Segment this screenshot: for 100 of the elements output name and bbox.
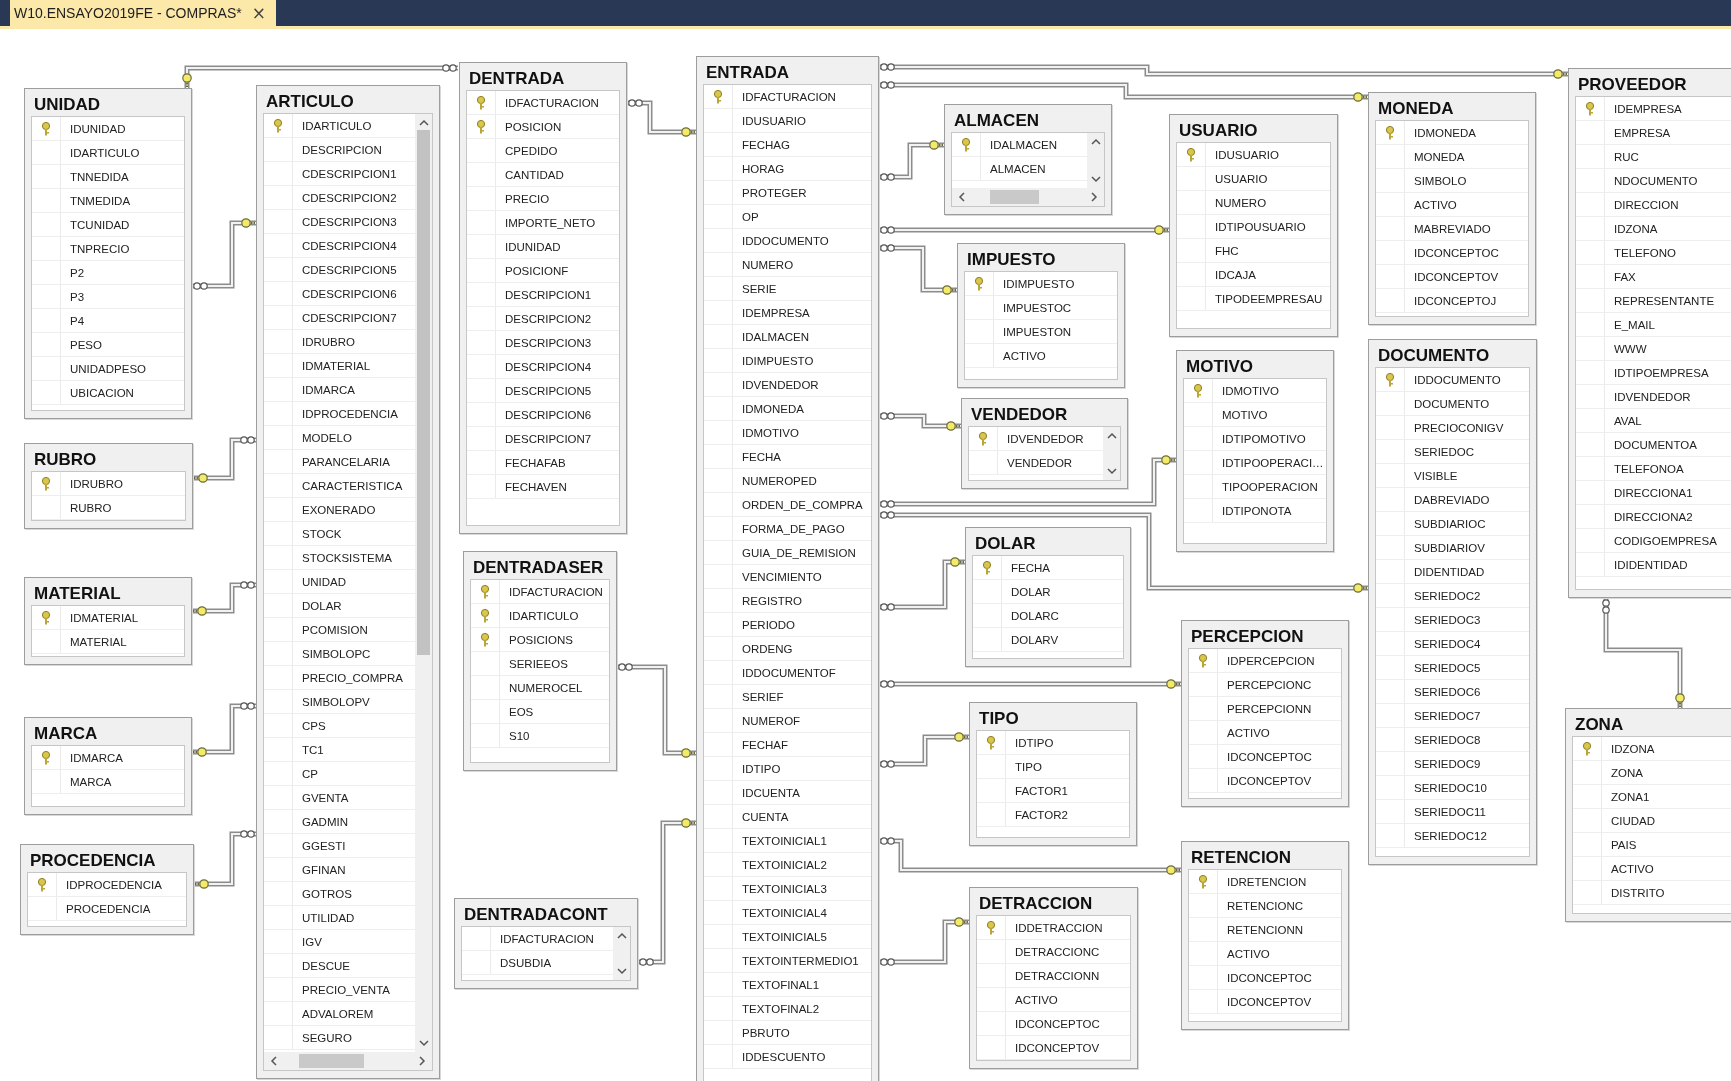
column-name[interactable]: SERIEDOC4 bbox=[1405, 637, 1481, 650]
column-name[interactable]: SERIEDOC6 bbox=[1405, 685, 1481, 698]
column-name[interactable]: IDEMPRESA bbox=[733, 306, 810, 319]
scrollbar-thumb[interactable] bbox=[298, 1054, 364, 1068]
column-name[interactable]: SERIEDOC7 bbox=[1405, 709, 1481, 722]
column-name[interactable]: IDUSUARIO bbox=[733, 114, 806, 127]
column-name[interactable]: SERIEDOC8 bbox=[1405, 733, 1481, 746]
column-name[interactable]: IDFACTURACION bbox=[496, 96, 599, 109]
column-name[interactable]: PRECIOCONIGV bbox=[1405, 421, 1504, 434]
horizontal-scrollbar[interactable] bbox=[264, 1052, 432, 1070]
table-card[interactable]: MATERIAL IDMATERIAL MATERIAL bbox=[24, 577, 192, 665]
column-name[interactable]: PESO bbox=[61, 338, 102, 351]
column-name[interactable]: TELEFONO bbox=[1605, 246, 1676, 259]
column-name[interactable]: UBICACION bbox=[61, 386, 134, 399]
document-tab[interactable]: W10.ENSAYO2019FE - COMPRAS* × bbox=[10, 0, 276, 26]
column-name[interactable]: TIPO bbox=[1006, 760, 1042, 773]
table-card[interactable]: PERCEPCION IDPERCEPCION PERCEPCIONC PERCEPCIONN ACTIVO IDCONCEPTOC IDCONCEPTOV bbox=[1181, 620, 1349, 807]
column-name[interactable]: IDCONCEPTOC bbox=[1405, 246, 1499, 259]
column-name[interactable]: CPS bbox=[293, 719, 326, 732]
column-name[interactable]: GUIA_DE_REMISION bbox=[733, 546, 856, 559]
column-name[interactable]: DESCUE bbox=[293, 959, 350, 972]
column-name[interactable]: RUC bbox=[1605, 150, 1639, 163]
column-name[interactable]: PROTEGER bbox=[733, 186, 807, 199]
table-card[interactable]: DENTRADASER IDFACTURACION IDARTICULO POSICIONS SERIEEOS NUMEROCEL EOS S10 bbox=[463, 551, 617, 771]
column-name[interactable]: IDMONEDA bbox=[733, 402, 804, 415]
column-name[interactable]: EXONERADO bbox=[293, 503, 376, 516]
column-name[interactable]: AVAL bbox=[1605, 414, 1642, 427]
column-name[interactable]: CODIGOEMPRESA bbox=[1605, 534, 1717, 547]
column-name[interactable]: IDIMPUESTO bbox=[994, 277, 1075, 290]
column-name[interactable]: MONEDA bbox=[1405, 150, 1465, 163]
column-name[interactable]: UNIDADPESO bbox=[61, 362, 147, 375]
column-name[interactable]: CDESCRIPCION7 bbox=[293, 311, 397, 324]
column-name[interactable]: IDFACTURACION bbox=[491, 932, 594, 945]
table-card[interactable]: IMPUESTO IDIMPUESTO IMPUESTOC IMPUESTON ACTIVO bbox=[957, 243, 1125, 388]
column-name[interactable]: FECHAFAB bbox=[496, 456, 566, 469]
column-name[interactable]: HORAG bbox=[733, 162, 785, 175]
column-name[interactable]: DOLAR bbox=[1002, 585, 1051, 598]
column-name[interactable]: IDRETENCION bbox=[1218, 875, 1307, 888]
column-name[interactable]: IDZONA bbox=[1602, 742, 1655, 755]
column-name[interactable]: IDCONCEPTOV bbox=[1218, 995, 1312, 1008]
column-name[interactable]: DIRECCION bbox=[1605, 198, 1679, 211]
chevron-right-icon[interactable] bbox=[419, 1056, 426, 1066]
horizontal-scrollbar[interactable] bbox=[952, 188, 1104, 206]
column-name[interactable]: CDESCRIPCION5 bbox=[293, 263, 397, 276]
column-name[interactable]: IMPUESTON bbox=[994, 325, 1072, 338]
chevron-left-icon[interactable] bbox=[958, 192, 965, 202]
chevron-down-icon[interactable] bbox=[616, 968, 627, 975]
column-name[interactable]: IDTIPO bbox=[733, 762, 781, 775]
column-name[interactable]: IDDOCUMENTOF bbox=[733, 666, 836, 679]
column-name[interactable]: FECHAVEN bbox=[496, 480, 567, 493]
column-name[interactable]: IDTIPOEMPRESA bbox=[1605, 366, 1709, 379]
column-name[interactable]: OP bbox=[733, 210, 759, 223]
column-name[interactable]: PRECIO_COMPRA bbox=[293, 671, 403, 684]
column-name[interactable]: IDFACTURACION bbox=[500, 585, 603, 598]
column-name[interactable]: SERIEDOC9 bbox=[1405, 757, 1481, 770]
column-name[interactable]: ORDENG bbox=[733, 642, 793, 655]
column-name[interactable]: ACTIVO bbox=[1218, 726, 1270, 739]
column-name[interactable]: IDEMPRESA bbox=[1605, 102, 1682, 115]
chevron-right-icon[interactable] bbox=[1091, 192, 1098, 202]
column-name[interactable]: FACTOR1 bbox=[1006, 784, 1068, 797]
table-card[interactable]: MONEDA IDMONEDA MONEDA SIMBOLO ACTIVO MABREVIADO IDCONCEPTOC IDCONCEPTOV IDCONCEPTOJ bbox=[1368, 92, 1536, 325]
column-name[interactable]: IDMARCA bbox=[293, 383, 356, 396]
column-name[interactable]: GOTROS bbox=[293, 887, 352, 900]
column-name[interactable]: DESCRIPCION6 bbox=[496, 408, 592, 421]
column-name[interactable]: DOLARV bbox=[1002, 633, 1059, 646]
column-name[interactable]: CIUDAD bbox=[1602, 814, 1656, 827]
column-name[interactable]: CPEDIDO bbox=[496, 144, 558, 157]
table-card[interactable]: RUBRO IDRUBRO RUBRO bbox=[24, 443, 193, 529]
column-name[interactable]: SIMBOLOPC bbox=[293, 647, 371, 660]
column-name[interactable]: IGV bbox=[293, 935, 322, 948]
column-name[interactable]: E_MAIL bbox=[1605, 318, 1655, 331]
column-name[interactable]: IMPUESTOC bbox=[994, 301, 1072, 314]
column-name[interactable]: IDUNIDAD bbox=[496, 240, 561, 253]
column-name[interactable]: IDCONCEPTOC bbox=[1218, 750, 1312, 763]
column-name[interactable]: P2 bbox=[61, 266, 85, 279]
vertical-scrollbar[interactable] bbox=[613, 927, 630, 980]
column-name[interactable]: TEXTOINICIAL2 bbox=[733, 858, 827, 871]
column-name[interactable]: IDALMACEN bbox=[733, 330, 810, 343]
table-card[interactable]: USUARIO IDUSUARIO USUARIO NUMERO IDTIPOUSUARIO FHC IDCAJA TIPODEEMPRESAU bbox=[1169, 114, 1338, 337]
column-name[interactable]: TEXTOFINAL1 bbox=[733, 978, 820, 991]
column-name[interactable]: EMPRESA bbox=[1605, 126, 1671, 139]
column-name[interactable]: IDPROCEDENCIA bbox=[57, 878, 162, 891]
column-name[interactable]: IDTIPO bbox=[1006, 736, 1054, 749]
column-name[interactable]: IDMOTIVO bbox=[1213, 384, 1279, 397]
column-name[interactable]: CDESCRIPCION2 bbox=[293, 191, 397, 204]
column-name[interactable]: SIMBOLOPV bbox=[293, 695, 370, 708]
column-name[interactable]: TNNEDIDA bbox=[61, 170, 129, 183]
column-name[interactable]: SERIEEOS bbox=[500, 657, 568, 670]
column-name[interactable]: PAIS bbox=[1602, 838, 1637, 851]
column-name[interactable]: IDVENDEDOR bbox=[1605, 390, 1691, 403]
column-name[interactable]: GADMIN bbox=[293, 815, 348, 828]
chevron-down-icon[interactable] bbox=[1106, 468, 1117, 475]
column-name[interactable]: TEXTOFINAL2 bbox=[733, 1002, 820, 1015]
column-name[interactable]: PBRUTO bbox=[733, 1026, 790, 1039]
scrollbar-thumb[interactable] bbox=[417, 130, 430, 656]
column-name[interactable]: ZONA bbox=[1602, 766, 1643, 779]
column-name[interactable]: GGESTI bbox=[293, 839, 346, 852]
column-name[interactable]: GVENTA bbox=[293, 791, 349, 804]
column-name[interactable]: IDDOCUMENTO bbox=[1405, 373, 1501, 386]
table-card[interactable]: ALMACEN IDALMACEN ALMACEN bbox=[944, 104, 1112, 215]
